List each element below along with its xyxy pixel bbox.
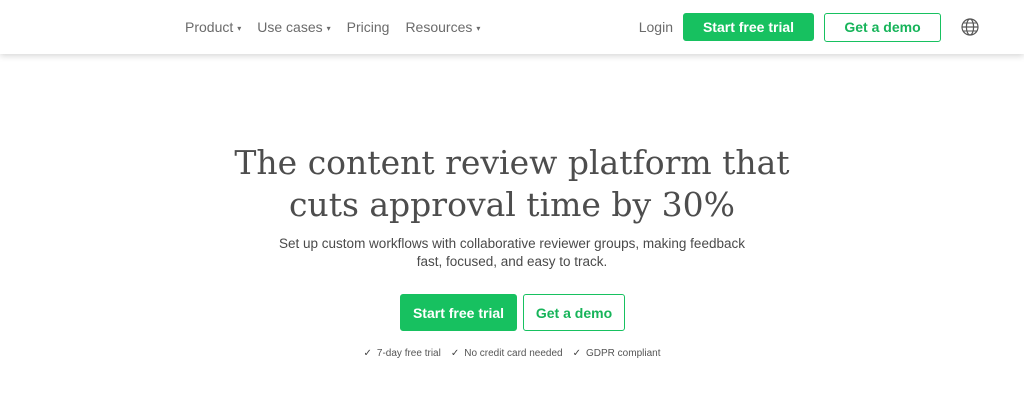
nav-actions: Login Start free trial Get a demo (639, 0, 980, 54)
hero-start-trial-button[interactable]: Start free trial (400, 294, 517, 331)
hero-subtitle-line: Set up custom workflows with collaborati… (279, 236, 745, 251)
checkmark-icon: ✓ (572, 348, 582, 359)
nav-item-product[interactable]: Product ▾ (185, 19, 241, 35)
checkmark-icon: ✓ (363, 348, 372, 359)
primary-nav: Product ▾ Use cases ▾ Pricing Resources … (185, 0, 480, 54)
hero-subtitle: Set up custom workflows with collaborati… (0, 235, 1024, 271)
nav-item-use-cases[interactable]: Use cases ▾ (257, 19, 330, 35)
checkmark-icon: ✓ (450, 348, 460, 359)
chevron-down-icon: ▾ (326, 23, 331, 33)
chevron-down-icon: ▾ (476, 23, 481, 33)
hero-cta-group: Start free trial Get a demo (400, 294, 625, 331)
perk-item: ✓ GDPR compliant (573, 348, 661, 359)
nav-item-label: Product (185, 19, 234, 35)
globe-icon[interactable] (960, 17, 980, 37)
nav-item-label: Use cases (257, 19, 323, 35)
hero-title: The content review platform that cuts ap… (0, 142, 1024, 226)
nav-get-demo-button[interactable]: Get a demo (824, 12, 941, 42)
perks-list: ✓ 7-day free trial ✓ No credit card need… (0, 348, 1024, 359)
chevron-down-icon: ▾ (237, 23, 242, 33)
nav-start-trial-button[interactable]: Start free trial (683, 13, 814, 41)
perk-label: 7-day free trial (376, 348, 441, 359)
perk-label: No credit card needed (464, 348, 563, 359)
perk-item: ✓ No credit card needed (451, 348, 563, 359)
login-link[interactable]: Login (639, 19, 673, 35)
hero-subtitle-line: fast, focused, and easy to track. (416, 254, 608, 269)
hero-title-line: The content review platform that (234, 143, 790, 182)
perk-label: GDPR compliant (586, 348, 661, 359)
top-navbar: Product ▾ Use cases ▾ Pricing Resources … (0, 0, 1024, 54)
nav-item-label: Pricing (346, 19, 390, 35)
perk-item: ✓ 7-day free trial (364, 348, 441, 359)
nav-item-pricing[interactable]: Pricing (347, 19, 390, 35)
nav-item-resources[interactable]: Resources ▾ (405, 19, 480, 35)
hero-get-demo-button[interactable]: Get a demo (523, 294, 625, 331)
nav-item-label: Resources (405, 19, 473, 35)
hero-title-line: cuts approval time by 30% (288, 185, 736, 224)
